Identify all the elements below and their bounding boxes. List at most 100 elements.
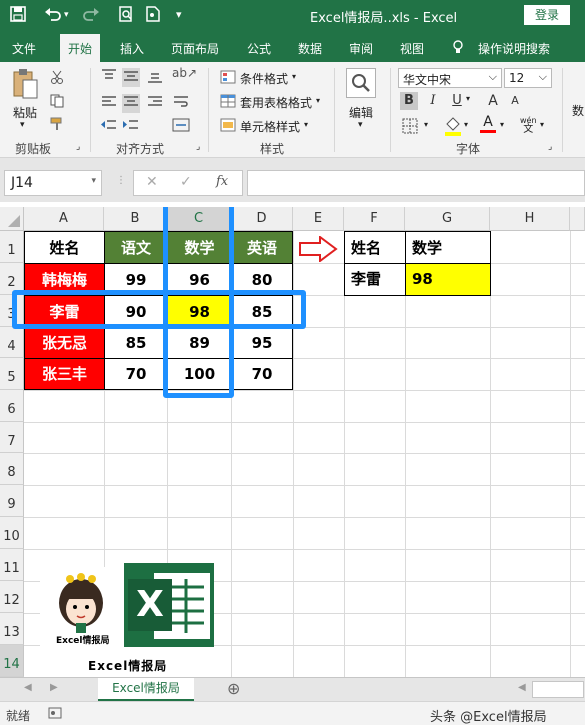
cell-styles-dropdown-icon[interactable]: ▾ bbox=[304, 120, 308, 129]
name-cell[interactable]: 张三丰 bbox=[25, 359, 105, 389]
align-bottom-icon[interactable] bbox=[146, 68, 164, 87]
tab-data[interactable]: 数据 bbox=[298, 40, 322, 57]
scroll-left-icon[interactable]: ◀ bbox=[518, 682, 526, 693]
tell-me-search[interactable]: 操作说明搜索 bbox=[478, 40, 550, 57]
row-header-13[interactable]: 13 bbox=[0, 613, 24, 645]
tab-page-layout[interactable]: 页面布局 bbox=[171, 40, 219, 57]
cancel-icon[interactable]: ✕ bbox=[146, 174, 158, 190]
result-name-cell[interactable]: 李雷 bbox=[345, 264, 406, 295]
undo-dropdown-icon[interactable]: ▾ bbox=[64, 10, 69, 20]
table-format-dropdown-icon[interactable]: ▾ bbox=[316, 96, 320, 105]
tab-review[interactable]: 审阅 bbox=[349, 40, 373, 57]
login-button[interactable]: 登录 bbox=[524, 5, 570, 25]
sheet-tab[interactable]: Excel情报局 bbox=[98, 678, 194, 701]
decrease-indent-icon[interactable] bbox=[100, 118, 118, 135]
shrink-font-button[interactable]: A bbox=[506, 92, 524, 110]
cell-styles-button[interactable]: 单元格样式 bbox=[240, 118, 300, 135]
edit-button[interactable]: 编辑 bbox=[349, 104, 373, 121]
phonetic-dropdown-icon[interactable]: ▾ bbox=[540, 120, 544, 129]
cell-styles-icon[interactable] bbox=[220, 118, 236, 135]
next-sheet-icon[interactable]: ▶ bbox=[50, 682, 58, 693]
tab-formulas[interactable]: 公式 bbox=[247, 40, 271, 57]
borders-dropdown-icon[interactable]: ▾ bbox=[424, 120, 428, 129]
orientation-icon[interactable]: ab↗ bbox=[172, 66, 197, 80]
clipboard-launcher-icon[interactable]: ⌟ bbox=[76, 142, 80, 152]
table-format-button[interactable]: 套用表格格式 bbox=[240, 94, 312, 111]
font-size-select[interactable]: 12 ⌵ bbox=[504, 68, 552, 88]
score-cell[interactable]: 70 bbox=[105, 359, 168, 389]
tab-home[interactable]: 开始 bbox=[60, 34, 101, 62]
score-cell[interactable]: 95 bbox=[232, 328, 292, 359]
column-header-d[interactable]: D bbox=[231, 207, 293, 231]
column-header-i-partial[interactable] bbox=[570, 207, 585, 231]
save-icon[interactable] bbox=[10, 6, 26, 26]
paste-icon[interactable] bbox=[12, 68, 38, 105]
increase-indent-icon[interactable] bbox=[122, 118, 140, 135]
horizontal-scrollbar[interactable] bbox=[532, 681, 584, 698]
search-icon[interactable] bbox=[346, 68, 376, 98]
underline-button[interactable]: U bbox=[448, 92, 466, 110]
copy-icon[interactable] bbox=[50, 94, 66, 111]
result-header-cell[interactable]: 数学 bbox=[406, 232, 490, 264]
enter-icon[interactable]: ✓ bbox=[180, 174, 192, 190]
column-header-g[interactable]: G bbox=[405, 207, 490, 231]
result-value-cell[interactable]: 98 bbox=[406, 264, 490, 295]
row-header-7[interactable]: 7 bbox=[0, 422, 24, 453]
fill-color-icon[interactable] bbox=[444, 116, 462, 139]
conditional-format-button[interactable]: 条件格式 bbox=[240, 70, 288, 87]
tab-insert[interactable]: 插入 bbox=[120, 40, 144, 57]
font-color-icon[interactable]: A bbox=[480, 114, 496, 133]
conditional-format-dropdown-icon[interactable]: ▾ bbox=[292, 72, 296, 81]
add-sheet-button[interactable]: ⊕ bbox=[227, 679, 240, 698]
redo-icon[interactable] bbox=[82, 6, 100, 26]
align-middle-icon[interactable] bbox=[122, 68, 140, 87]
table-header-cell[interactable]: 姓名 bbox=[25, 232, 105, 264]
align-top-icon[interactable] bbox=[100, 68, 118, 87]
align-left-icon[interactable] bbox=[100, 94, 118, 113]
insert-function-icon[interactable]: fx bbox=[216, 174, 228, 189]
row-header-4[interactable]: 4 bbox=[0, 327, 24, 358]
row-header-14[interactable]: 14 bbox=[0, 645, 24, 677]
name-box[interactable]: J14 ▾ bbox=[4, 170, 102, 196]
score-cell[interactable]: 70 bbox=[232, 359, 292, 389]
row-header-5[interactable]: 5 bbox=[0, 358, 24, 390]
font-launcher-icon[interactable]: ⌟ bbox=[548, 142, 552, 152]
merge-center-icon[interactable] bbox=[172, 118, 190, 135]
lightbulb-icon[interactable] bbox=[452, 40, 464, 57]
formula-input[interactable] bbox=[247, 170, 585, 196]
column-header-a[interactable]: A bbox=[24, 207, 104, 231]
row-header-1[interactable]: 1 bbox=[0, 231, 24, 263]
cut-icon[interactable] bbox=[50, 70, 64, 87]
tab-file[interactable]: 文件 bbox=[12, 40, 36, 57]
row-header-10[interactable]: 10 bbox=[0, 517, 24, 549]
prev-sheet-icon[interactable]: ◀ bbox=[24, 682, 32, 693]
table-header-cell[interactable]: 语文 bbox=[105, 232, 168, 264]
name-cell[interactable]: 张无忌 bbox=[25, 328, 105, 359]
phonetic-icon[interactable]: wén 文 bbox=[520, 116, 537, 135]
row-header-9[interactable]: 9 bbox=[0, 485, 24, 517]
column-header-h[interactable]: H bbox=[490, 207, 570, 231]
row-header-11[interactable]: 11 bbox=[0, 549, 24, 581]
borders-icon[interactable] bbox=[402, 118, 418, 137]
bold-button[interactable]: B bbox=[400, 92, 418, 110]
alignment-launcher-icon[interactable]: ⌟ bbox=[196, 142, 200, 152]
edit-dropdown-icon[interactable]: ▾ bbox=[358, 120, 363, 130]
column-header-b[interactable]: B bbox=[104, 207, 167, 231]
italic-button[interactable]: I bbox=[424, 92, 442, 110]
table-format-icon[interactable] bbox=[220, 94, 236, 111]
underline-dropdown-icon[interactable]: ▾ bbox=[466, 94, 470, 103]
align-right-icon[interactable] bbox=[146, 94, 164, 113]
font-name-select[interactable]: 华文中宋 ⌵ bbox=[398, 68, 502, 88]
row-header-6[interactable]: 6 bbox=[0, 390, 24, 422]
wrap-text-icon[interactable] bbox=[172, 94, 190, 113]
table-header-cell[interactable]: 英语 bbox=[232, 232, 292, 264]
tab-view[interactable]: 视图 bbox=[400, 40, 424, 57]
paste-button[interactable]: 粘贴 bbox=[13, 104, 37, 121]
undo-icon[interactable] bbox=[44, 6, 62, 26]
paste-dropdown-icon[interactable]: ▾ bbox=[20, 120, 25, 130]
conditional-format-icon[interactable] bbox=[220, 70, 236, 87]
font-color-dropdown-icon[interactable]: ▾ bbox=[500, 120, 504, 129]
customize-dropdown-icon[interactable]: ▾ bbox=[176, 8, 182, 21]
select-all-corner[interactable] bbox=[0, 207, 24, 231]
column-header-e[interactable]: E bbox=[293, 207, 344, 231]
